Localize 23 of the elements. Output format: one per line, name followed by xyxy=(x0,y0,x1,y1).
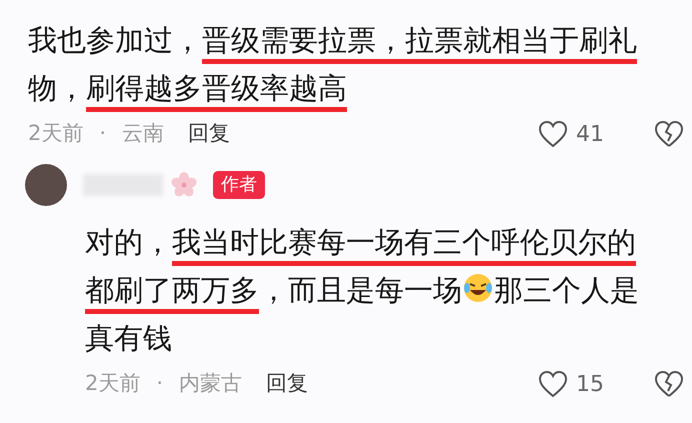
comment-text: 对的，我当时比赛每一场有三个呼伦贝尔的 xyxy=(85,220,692,265)
reply-link[interactable]: 回复 xyxy=(188,118,230,150)
comment-time: 2天前 xyxy=(28,120,84,148)
comment-text: 我也参加过，晋级需要拉票，拉票就相当于刷礼 xyxy=(28,18,692,63)
comment-text: 真有钱 xyxy=(85,320,173,357)
comment-text: 物，刷得越多晋级率越高 xyxy=(28,66,692,111)
like-count: 15 xyxy=(576,370,604,398)
broken-heart-icon[interactable] xyxy=(654,120,684,148)
laughing-emoji-icon xyxy=(462,272,494,304)
like-heart-icon[interactable] xyxy=(538,370,568,398)
reply-link[interactable]: 回复 xyxy=(266,368,308,400)
like-count: 41 xyxy=(576,120,604,148)
comment-location: 云南 xyxy=(122,120,164,148)
separator-dot: · xyxy=(156,370,164,398)
comment-time: 2天前 xyxy=(85,370,140,398)
like-heart-icon[interactable] xyxy=(538,120,568,148)
avatar[interactable] xyxy=(25,164,67,206)
flower-icon xyxy=(171,172,197,198)
comment-text: 都刷了两万多，而且是每一场 那三个人是 xyxy=(85,268,692,313)
comment-location: 内蒙古 xyxy=(179,370,242,398)
broken-heart-icon[interactable] xyxy=(654,370,684,398)
author-badge: 作者 xyxy=(213,171,265,199)
separator-dot: · xyxy=(99,120,106,148)
